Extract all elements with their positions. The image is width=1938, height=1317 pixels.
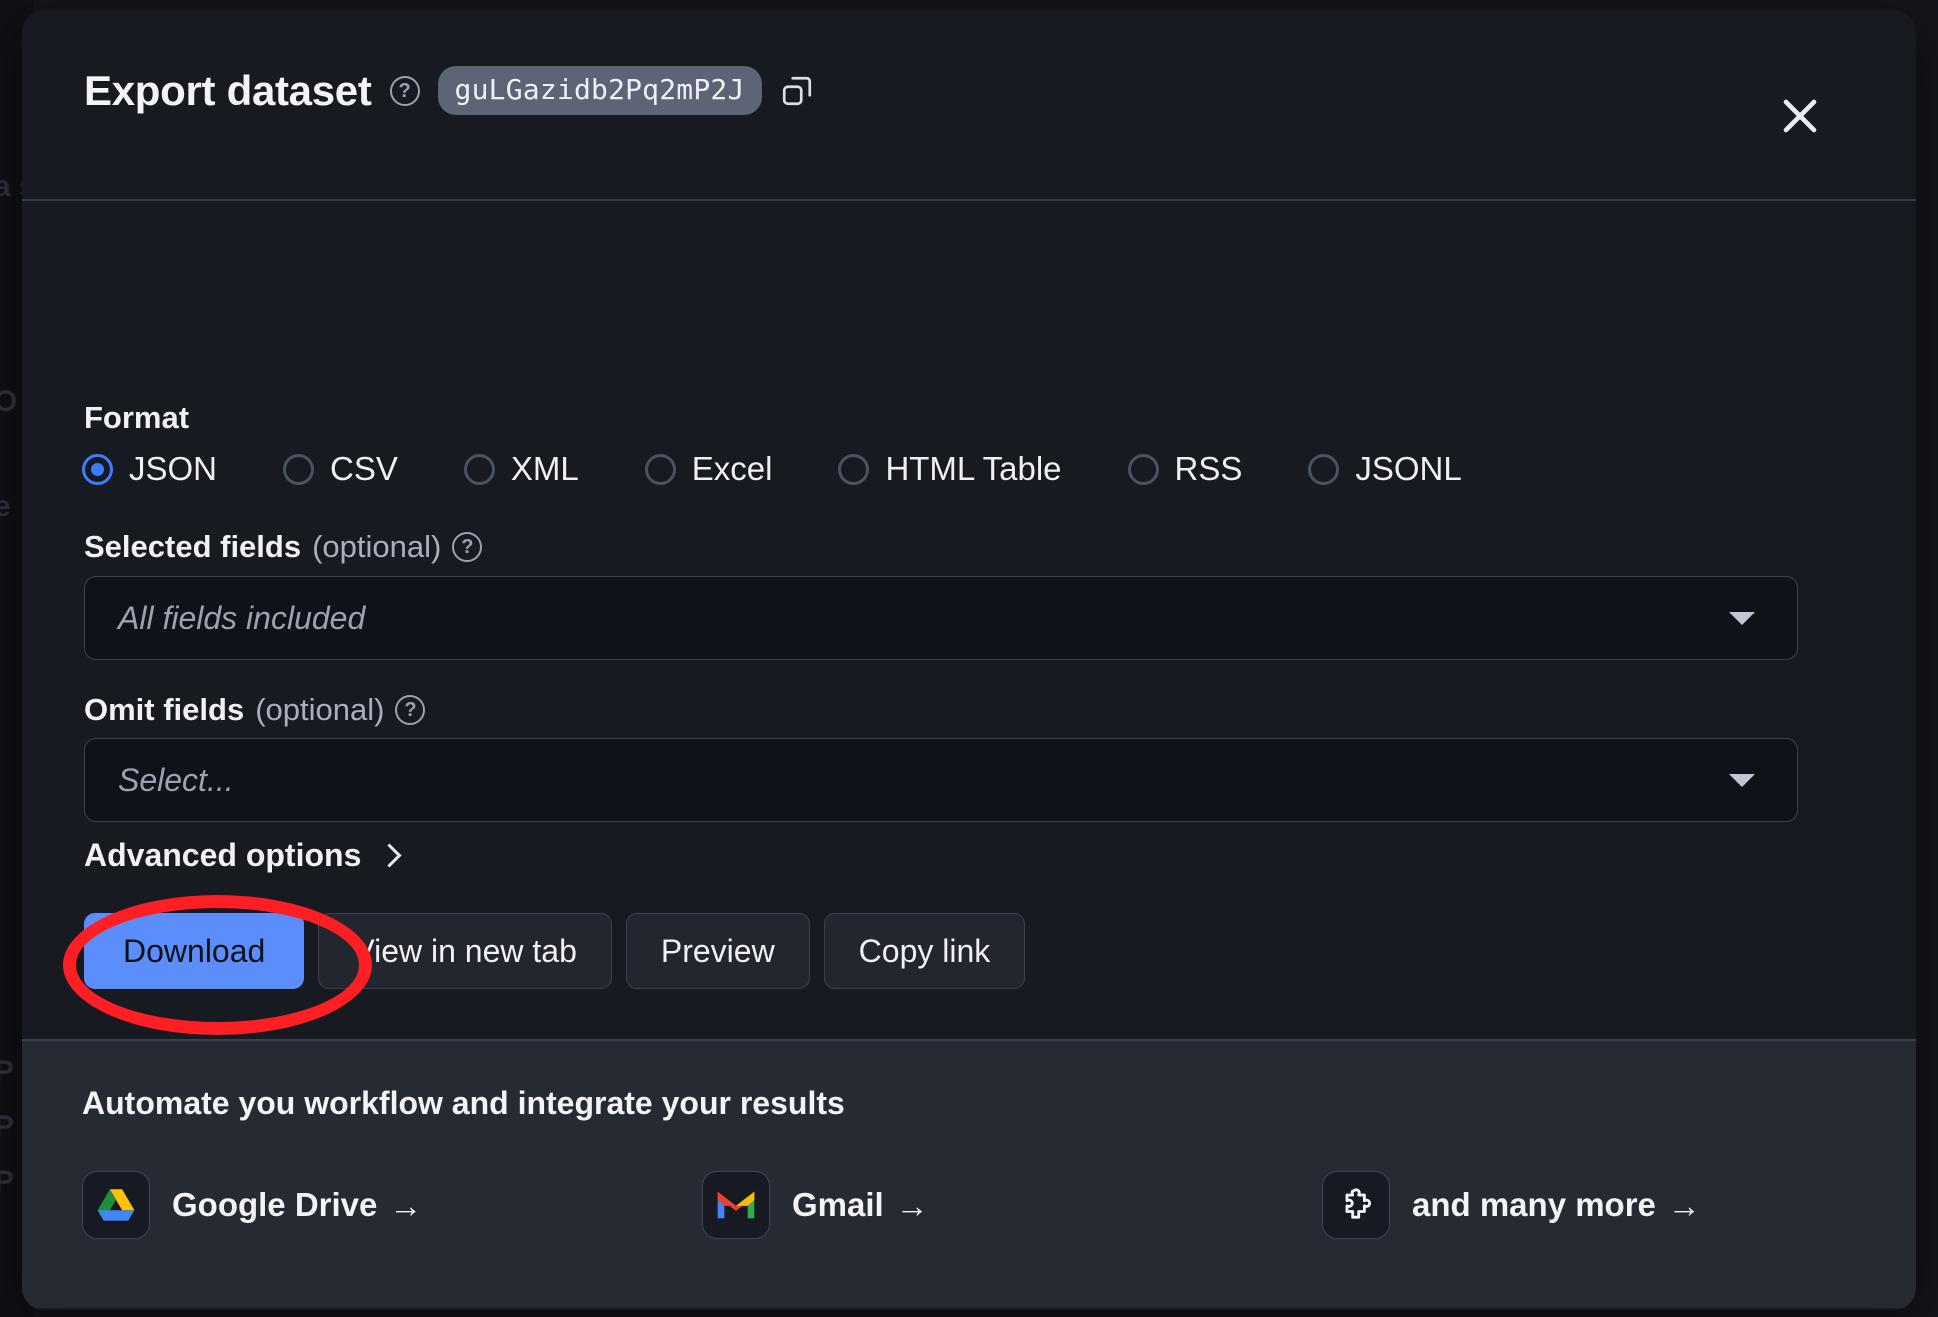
background-text-fragment: O (0, 385, 18, 418)
radio-mark (1308, 453, 1340, 485)
background-text-fragment: P (0, 1110, 15, 1143)
radio-mark (838, 453, 870, 485)
radio-option-excel[interactable]: Excel (644, 450, 773, 488)
omit-fields-placeholder: Select... (118, 761, 234, 798)
copy-link-button[interactable]: Copy link (823, 913, 1026, 989)
radio-mark (644, 453, 676, 485)
background-text-fragment: e (0, 490, 11, 523)
radio-label: XML (510, 450, 579, 487)
omit-fields-select[interactable]: Select... (84, 738, 1798, 822)
integration-label-text: Google Drive (172, 1186, 378, 1223)
puzzle-piece-icon (1322, 1171, 1390, 1239)
question-mark-circle-icon[interactable]: ? (389, 75, 420, 106)
radio-option-rss[interactable]: RSS (1127, 450, 1243, 488)
radio-label: CSV (330, 450, 398, 487)
format-label: Format (84, 400, 189, 436)
optional-tag: (optional) (312, 529, 442, 564)
dialog-header: Export dataset ? guLGazidb2Pq2mP2J (22, 10, 1916, 201)
radio-option-jsonl[interactable]: JSONL (1308, 450, 1462, 488)
optional-tag: (optional) (255, 692, 385, 727)
radio-mark (283, 453, 315, 485)
question-mark-circle-icon[interactable]: ? (395, 695, 426, 725)
copy-icon[interactable] (780, 74, 814, 108)
background-text-fragment: P (0, 1055, 15, 1088)
advanced-options-label: Advanced options (84, 837, 362, 873)
gmail-icon (702, 1171, 770, 1239)
radio-mark (1127, 453, 1159, 485)
integration-label-text: Gmail (792, 1186, 884, 1223)
integrations-row: Google Drive → Gmail → and many more → (82, 1171, 1842, 1239)
selected-fields-label: Selected fields (optional) ? (84, 529, 483, 565)
arrow-right-icon: → (389, 1186, 423, 1224)
footer-heading: Automate you workflow and integrate your… (82, 1085, 845, 1121)
selected-fields-placeholder: All fields included (118, 599, 366, 636)
dataset-id-badge[interactable]: guLGazidb2Pq2mP2J (437, 66, 762, 115)
omit-fields-label: Omit fields (optional) ? (84, 692, 426, 728)
radio-option-html-table[interactable]: HTML Table (838, 450, 1062, 488)
advanced-options-toggle[interactable]: Advanced options (84, 837, 402, 874)
integration-gmail[interactable]: Gmail → (702, 1171, 1322, 1239)
close-x-icon[interactable] (1772, 88, 1828, 144)
arrow-right-icon: → (1667, 1186, 1701, 1224)
page-title: Export dataset (84, 66, 372, 114)
radio-label: JSONL (1355, 450, 1462, 487)
radio-mark (82, 453, 113, 485)
background-text-fragment: P (0, 1165, 15, 1198)
format-label-text: Format (84, 400, 190, 435)
arrow-right-icon: → (895, 1186, 929, 1224)
selected-fields-select[interactable]: All fields included (84, 576, 1798, 660)
integration-label: Google Drive → (172, 1186, 422, 1224)
chevron-down-icon[interactable] (1729, 611, 1755, 625)
integration-label-text: and many more (1412, 1186, 1656, 1223)
radio-label: RSS (1174, 450, 1243, 487)
radio-label: HTML Table (885, 450, 1062, 487)
integration-label: Gmail → (792, 1186, 929, 1224)
integration-and-many-more[interactable]: and many more → (1322, 1171, 1701, 1239)
dialog-body: Format JSON CSV XML Excel HTML Table RSS… (22, 201, 1916, 1039)
omit-fields-label-text: Omit fields (84, 692, 245, 727)
radio-mark (463, 453, 495, 485)
export-dataset-dialog: Export dataset ? guLGazidb2Pq2mP2J Forma… (22, 10, 1916, 1310)
question-mark-circle-icon[interactable]: ? (452, 532, 483, 562)
chevron-down-icon[interactable] (1729, 773, 1755, 787)
radio-option-xml[interactable]: XML (463, 450, 579, 488)
preview-button[interactable]: Preview (625, 913, 810, 989)
download-button[interactable]: Download (84, 913, 305, 989)
dialog-footer: Automate you workflow and integrate your… (22, 1039, 1916, 1308)
radio-label: JSON (129, 450, 218, 487)
integration-google-drive[interactable]: Google Drive → (82, 1171, 702, 1239)
radio-label: Excel (691, 450, 773, 487)
selected-fields-label-text: Selected fields (84, 529, 302, 564)
radio-option-csv[interactable]: CSV (283, 450, 398, 488)
dialog-title-row: Export dataset ? guLGazidb2Pq2mP2J (84, 66, 814, 115)
chevron-right-icon (377, 843, 402, 868)
google-drive-icon (82, 1171, 150, 1239)
integration-label: and many more → (1412, 1186, 1701, 1224)
radio-option-json[interactable]: JSON (82, 450, 217, 488)
format-radio-group: JSON CSV XML Excel HTML Table RSS JSONL (82, 450, 1462, 488)
view-in-new-tab-button[interactable]: View in new tab (318, 913, 612, 989)
action-buttons-row: Download View in new tab Preview Copy li… (84, 913, 1026, 989)
